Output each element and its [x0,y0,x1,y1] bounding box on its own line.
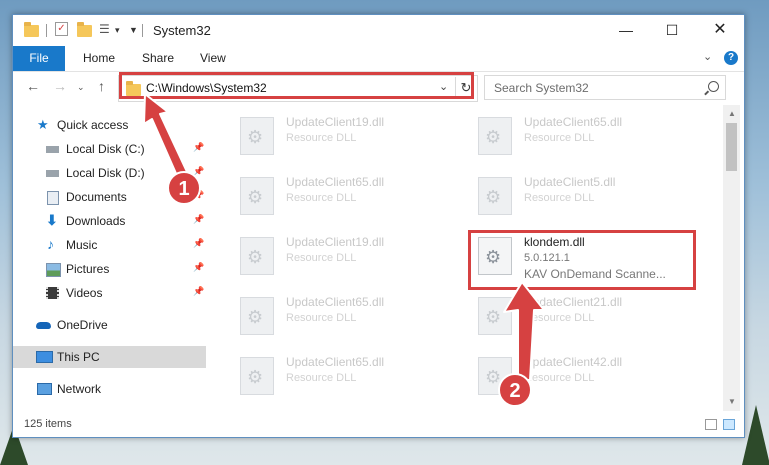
network-icon [37,383,52,395]
title-bar: ✓ ☰ ▾ ▼ System32 — ☐ ✕ [13,15,744,46]
drive-icon [46,170,59,177]
sidebar-item-network[interactable]: Network [13,378,206,400]
file-item[interactable]: UpdateClient5.dll Resource DLL [468,171,668,223]
tree-silhouette [742,405,769,465]
dll-file-icon [240,237,274,275]
scrollbar-thumb[interactable] [726,123,737,171]
explorer-window: ✓ ☰ ▾ ▼ System32 — ☐ ✕ File Home Share V… [12,14,745,438]
file-item[interactable]: UpdateClient21.dll Resource DLL [468,291,668,343]
dll-file-icon [240,177,274,215]
toolbar-separator [142,24,143,37]
sidebar-item-this-pc[interactable]: This PC [13,346,206,368]
file-item[interactable]: UpdateClient65.dll Resource DLL [230,171,430,223]
sidebar-item-music[interactable]: ♪ Music 📌 [13,234,206,256]
sidebar-item-videos[interactable]: Videos 📌 [13,282,206,304]
search-icon[interactable] [708,81,719,92]
tiles-view-icon[interactable] [723,419,735,430]
expand-ribbon-chevron-icon[interactable]: ⌄ [703,50,712,63]
computer-icon [36,351,53,363]
item-count: 125 items [24,418,72,430]
dll-file-icon [240,357,274,395]
file-item[interactable]: UpdateClient65.dll Resource DLL [468,111,668,163]
window-title: System32 [153,23,211,38]
download-icon: ⬇ [46,212,58,228]
folder-icon [24,22,39,38]
quick-access-dropdown-icon[interactable]: ▼ [129,22,138,38]
details-view-icon[interactable] [705,419,717,430]
file-item[interactable]: UpdateClient19.dll Resource DLL [230,231,430,283]
pin-icon[interactable]: 📌 [193,262,204,273]
sidebar-item-downloads[interactable]: ⬇ Downloads 📌 [13,210,206,232]
callout-badge-1: 1 [167,171,201,205]
up-arrow-icon[interactable]: ↑ [98,78,105,94]
callout-badge-2: 2 [498,373,532,407]
scroll-down-icon[interactable]: ▼ [728,397,736,406]
search-box[interactable]: Search System32 [484,75,726,100]
music-icon: ♪ [47,236,54,252]
scroll-up-icon[interactable]: ▲ [728,109,736,118]
tab-view[interactable]: View [200,46,226,71]
minimize-button[interactable]: — [603,15,649,46]
new-folder-icon[interactable] [77,22,92,38]
close-button[interactable]: ✕ [697,15,743,46]
sidebar-item-onedrive[interactable]: OneDrive [13,314,206,336]
file-item[interactable]: UpdateClient65.dll Resource DLL [230,351,430,403]
pictures-icon [46,263,61,277]
tab-file[interactable]: File [13,46,65,71]
recent-locations-chevron-icon[interactable]: ⌄ [77,82,85,93]
back-arrow-icon[interactable]: ← [26,78,40,94]
cloud-icon [36,322,51,329]
chevron-down-icon[interactable]: ▾ [115,22,120,38]
tab-home[interactable]: Home [83,46,115,71]
help-icon[interactable]: ? [724,51,738,65]
ribbon-tabs: File Home Share View ⌄ ? [13,46,744,72]
documents-icon [47,191,59,205]
forward-arrow-icon[interactable]: → [53,78,67,94]
dll-file-icon [240,117,274,155]
pin-icon[interactable]: 📌 [193,238,204,249]
vertical-scrollbar[interactable]: ▲ ▼ [723,105,740,411]
dll-file-icon [478,177,512,215]
dll-file-icon [478,117,512,155]
sidebar-item-pictures[interactable]: Pictures 📌 [13,258,206,280]
customize-icon[interactable]: ☰ [99,22,113,38]
status-bar: 125 items [13,412,744,437]
dll-file-icon [240,297,274,335]
videos-icon [46,287,59,299]
star-icon: ★ [37,117,49,132]
search-input[interactable]: Search System32 [494,81,589,95]
file-item[interactable]: UpdateClient19.dll Resource DLL [230,111,430,163]
file-item[interactable]: UpdateClient65.dll Resource DLL [230,291,430,343]
tab-share[interactable]: Share [142,46,174,71]
drive-icon [46,146,59,153]
properties-icon[interactable]: ✓ [55,22,68,36]
toolbar-separator [46,24,47,37]
maximize-button[interactable]: ☐ [649,15,695,46]
pin-icon[interactable]: 📌 [193,214,204,225]
pin-icon[interactable]: 📌 [193,286,204,297]
